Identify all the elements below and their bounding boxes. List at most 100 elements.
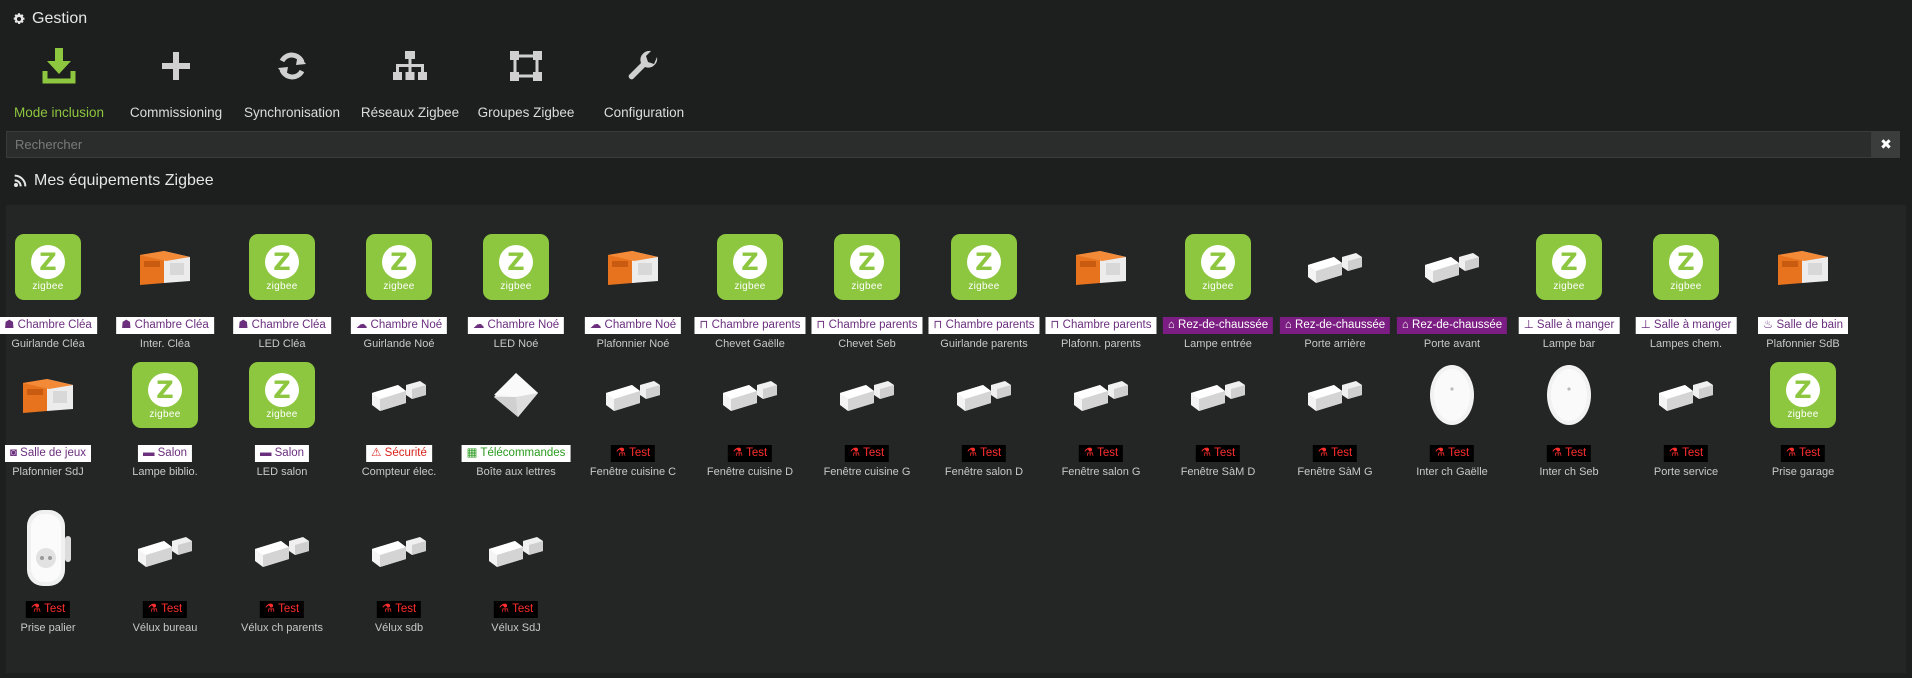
- room-badge-label: Salle de jeux: [20, 447, 87, 459]
- room-badge-label: Chambre parents: [945, 319, 1035, 331]
- room-badge-label: Test: [1214, 447, 1236, 459]
- toolbar-label: Synchronisation: [243, 105, 341, 120]
- room-badge: ⚗ Test: [844, 445, 890, 462]
- equipment-name: Vélux bureau: [132, 622, 198, 634]
- close-icon: ✖: [1880, 136, 1892, 152]
- equipment-name: Vélux ch parents: [241, 622, 323, 634]
- room-badge: ⌂ Rez-de-chaussée: [1162, 317, 1274, 334]
- room-badge: ☁ Chambre Noé: [584, 317, 682, 334]
- flask-icon: ⚗: [1317, 447, 1332, 459]
- room-badge: ⚗ Test: [376, 601, 422, 618]
- toolbar-label: Commissioning: [129, 105, 223, 120]
- flask-icon: ⚗: [1083, 447, 1098, 459]
- room-badge: ☗ Chambre Cléa: [116, 317, 214, 334]
- equipment-name: Fenêtre SàM D: [1180, 466, 1256, 478]
- room-badge-label: Test: [1331, 447, 1353, 459]
- equipment-name: Fenêtre SàM G: [1297, 466, 1373, 478]
- toolbar-commissioning-button[interactable]: Commissioning: [117, 40, 235, 120]
- equipment-card[interactable]: ⚗ Test Inter ch Gaëlle: [1394, 345, 1510, 495]
- room-badge: ♨ Salle de bain: [1757, 317, 1849, 334]
- module-icon: [14, 361, 82, 429]
- round-button-icon: [1418, 361, 1486, 429]
- equipment-name: Fenêtre cuisine D: [706, 466, 794, 478]
- equipment-card[interactable]: ⚗ Test Fenêtre SàM D: [1160, 345, 1276, 495]
- equipment-card[interactable]: ⚗ Test Vélux ch parents: [224, 501, 340, 651]
- door-sensor-icon: [716, 361, 784, 429]
- equipment-card[interactable]: ▦ Télécommandes Boîte aux lettres: [458, 345, 574, 495]
- equipment-card[interactable]: ◙ Salle de jeux Plafonnier SdJ: [0, 345, 106, 495]
- equipment-card[interactable]: ⚗ Test Fenêtre salon G: [1043, 345, 1159, 495]
- equipment-card[interactable]: ⚗ Test Vélux SdJ: [458, 501, 574, 651]
- toolbar-groupes-zigbee-button[interactable]: Groupes Zigbee: [467, 40, 585, 120]
- room-badge: ⊓ Chambre parents: [1045, 317, 1157, 334]
- equipment-card[interactable]: Zzigbee ▬ Salon LED salon: [224, 345, 340, 495]
- equipment-card[interactable]: ⚗ Test Fenêtre salon D: [926, 345, 1042, 495]
- equipment-card[interactable]: Zzigbee ⚗ Test Prise garage: [1745, 345, 1861, 495]
- room-badge-label: Test: [746, 447, 768, 459]
- room-badge: ☁ Chambre Noé: [467, 317, 565, 334]
- equipment-name: Inter ch Gaëlle: [1416, 466, 1488, 478]
- equipment-card[interactable]: ⚗ Test Fenêtre cuisine C: [575, 345, 691, 495]
- door-sensor-icon: [482, 517, 550, 585]
- flask-icon: ⚗: [1551, 447, 1566, 459]
- room-badge: ⚗ Test: [1429, 445, 1475, 462]
- room-badge-label: Salon: [157, 447, 188, 459]
- grid-icon: ▦: [466, 447, 481, 459]
- room-badge: ⚗ Test: [1546, 445, 1592, 462]
- room-badge: ⚗ Test: [142, 601, 188, 618]
- toolbar-r-seaux-zigbee-button[interactable]: Réseaux Zigbee: [351, 40, 469, 120]
- zigbee-logo-icon: Zzigbee: [833, 233, 901, 301]
- gestion-section-title: Gestion: [12, 10, 87, 28]
- equipment-card[interactable]: Zzigbee ▬ Salon Lampe biblio.: [107, 345, 223, 495]
- square-sensor-icon: [482, 361, 550, 429]
- search-input[interactable]: [7, 132, 1871, 157]
- equipment-card[interactable]: ⚗ Test Vélux sdb: [341, 501, 457, 651]
- equipment-name: LED salon: [256, 466, 308, 478]
- room-badge: ⌂ Rez-de-chaussée: [1279, 317, 1391, 334]
- door-sensor-icon: [1301, 233, 1369, 301]
- room-badge-label: Rez-de-chaussée: [1295, 319, 1386, 331]
- module-icon: [1067, 233, 1135, 301]
- cloud-icon: ☁: [589, 319, 605, 331]
- room-badge-label: Salle à manger: [1653, 319, 1732, 331]
- plus-icon: [161, 40, 191, 91]
- equipment-card[interactable]: ⚗ Test Fenêtre cuisine D: [692, 345, 808, 495]
- room-badge: ☗ Chambre Cléa: [233, 317, 331, 334]
- child-icon: ☗: [238, 319, 252, 331]
- equipment-card[interactable]: ⚗ Test Fenêtre cuisine G: [809, 345, 925, 495]
- equipment-name: Fenêtre cuisine C: [589, 466, 677, 478]
- bed-icon: ⊓: [816, 319, 829, 331]
- bed-icon: ⊓: [1050, 319, 1063, 331]
- room-badge: ▦ Télécommandes: [461, 445, 571, 462]
- room-badge-label: Test: [980, 447, 1002, 459]
- module-icon: [1769, 233, 1837, 301]
- equipment-card[interactable]: ⚗ Test Vélux bureau: [107, 501, 223, 651]
- child-icon: ☗: [121, 319, 135, 331]
- equipments-title-text: Mes équipements Zigbee: [34, 172, 214, 189]
- room-badge: ⚗ Test: [1312, 445, 1358, 462]
- equipment-card[interactable]: ⚗ Test Inter ch Seb: [1511, 345, 1627, 495]
- bath-icon: ♨: [1762, 319, 1777, 331]
- flask-icon: ⚗: [498, 603, 513, 615]
- warning-icon: ⚠: [371, 447, 385, 459]
- room-badge-label: Chambre parents: [1062, 319, 1152, 331]
- group-icon: [509, 40, 543, 91]
- equipment-card[interactable]: ⚗ Test Porte service: [1628, 345, 1744, 495]
- room-badge: ⚗ Test: [1780, 445, 1826, 462]
- equipment-card[interactable]: ⚠ Sécurité Compteur élec.: [341, 345, 457, 495]
- room-badge: ⚗ Test: [1663, 445, 1709, 462]
- toolbar-label: Mode inclusion: [13, 105, 105, 120]
- room-badge-label: Test: [278, 603, 300, 615]
- equipment-card[interactable]: ⚗ Test Fenêtre SàM G: [1277, 345, 1393, 495]
- equipment-card[interactable]: ⚗ Test Prise palier: [0, 501, 106, 651]
- room-badge-label: Test: [1682, 447, 1704, 459]
- module-icon: [599, 233, 667, 301]
- bed-icon: ⊓: [933, 319, 946, 331]
- toolbar-synchronisation-button[interactable]: Synchronisation: [233, 40, 351, 120]
- equipment-grid: Zzigbee ☗ Chambre Cléa Guirlande Cléa ☗ Cha…: [0, 205, 1906, 673]
- home-icon: ⌂: [1284, 319, 1296, 331]
- search-clear-button[interactable]: ✖: [1872, 131, 1900, 158]
- toolbar-configuration-button[interactable]: Configuration: [585, 40, 703, 120]
- toolbar-mode-inclusion-button[interactable]: Mode inclusion: [0, 40, 118, 120]
- equipment-name: Fenêtre salon G: [1061, 466, 1141, 478]
